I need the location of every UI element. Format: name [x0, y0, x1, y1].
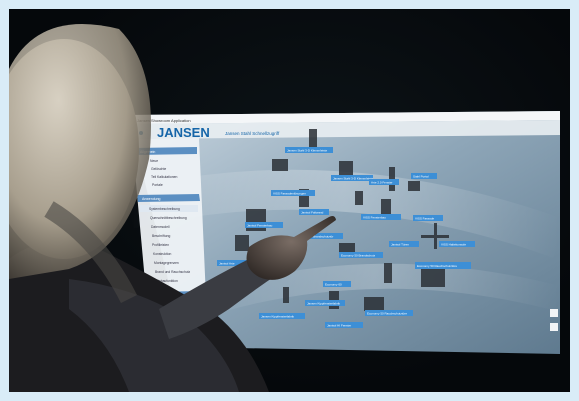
screen-side-icon — [550, 323, 558, 331]
sidebar-mid-item: Konstruktion — [153, 252, 171, 256]
product-label: Janisol Arte — [219, 262, 235, 266]
product-label: Economy 50 Rauchschutztüre — [417, 264, 457, 268]
sidebar-top-item: Gelöschte — [151, 167, 166, 171]
sidebar-mid-item: Datenmodell — [151, 225, 170, 229]
product-label: Jansen Stahl 3-D Klemmleiste — [287, 149, 328, 153]
product-label: VISS Fensterbau — [363, 216, 386, 220]
sidebar-top-item: Teil Kalkulationen — [151, 175, 178, 179]
sidebar-mid-item: Systembeschreibung — [149, 207, 180, 211]
product-label: Janisol HI Fenster — [327, 324, 351, 328]
product-label: Janisol Türen — [391, 243, 409, 247]
product-label: Economy 60 — [325, 283, 342, 287]
sidebar-mid-item: Profilleisten — [152, 243, 169, 247]
product-label: VISS Fassade — [415, 217, 435, 221]
product-label: Jansen Kippfensterfabrik — [307, 302, 341, 306]
sidebar-mid-item: Beschriftung — [152, 234, 170, 238]
photograph: Jansen Showroom Application JANSEN Janse… — [9, 9, 570, 392]
brand-logo: JANSEN — [157, 125, 210, 140]
sidebar-mid-item: Brand und Rauchschutz — [155, 270, 191, 274]
product-label: Stahl Portal — [413, 175, 429, 179]
sidebar-header-mid: Anwendung — [142, 197, 161, 201]
product-label: Jansen Kippfensterfabrik — [261, 315, 295, 319]
touchscreen-scene: Jansen Showroom Application JANSEN Janse… — [9, 24, 567, 392]
product-label: Janisol Faltwand — [301, 211, 324, 215]
product-label: VISS Haltekonsole — [441, 243, 466, 247]
screen-side-icon — [550, 309, 558, 317]
product-label: Economy 50 Brandschutz — [341, 254, 376, 258]
product-label: VISS Fassadenlösungen — [273, 192, 306, 196]
product-label: Jansen Stahl 3-D Klemmleiste — [333, 177, 374, 181]
sidebar-top-item: Portale — [152, 183, 163, 187]
sidebar-mid-item: Querschnittbeschreibung — [150, 216, 187, 220]
sidebar-top-item: Neue — [150, 159, 158, 163]
screen-subtitle: Jansen Stahl Schnellzugriff — [225, 131, 280, 136]
product-label: Janisol Fensterbau — [247, 224, 273, 228]
product-label: Arte 2.0 Fenster — [371, 181, 393, 185]
sidebar-mid-item: Montagegrenzen — [154, 261, 179, 265]
product-label: Economy 50 Rauchschutztüre — [367, 312, 407, 316]
